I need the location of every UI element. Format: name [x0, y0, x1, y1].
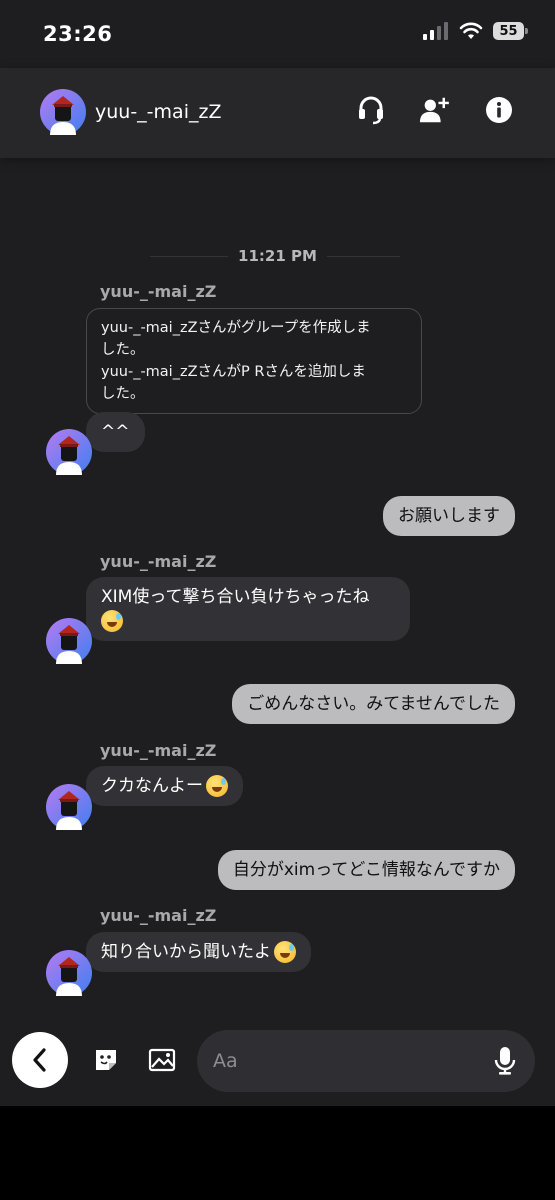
- sweat-smile-emoji: [274, 941, 296, 963]
- message-list[interactable]: 11:21 PM yuu-_-mai_zZ yuu-_-mai_zZさんがグルー…: [0, 158, 555, 1026]
- mic-icon[interactable]: [493, 1046, 517, 1076]
- outgoing-message[interactable]: ごめんなさい。みてませんでした: [232, 684, 515, 724]
- system-line: yuu-_-mai_zZさんがP Rさんを追加しま: [101, 364, 366, 380]
- status-time: 23:26: [43, 22, 113, 46]
- incoming-message[interactable]: ^^: [86, 412, 145, 452]
- image-icon[interactable]: [148, 1046, 176, 1074]
- avatar[interactable]: [46, 950, 92, 996]
- message-text: ^^: [101, 422, 130, 442]
- message-input[interactable]: [211, 1049, 475, 1073]
- system-line: yuu-_-mai_zZさんがグループを作成しま: [101, 320, 371, 336]
- avatar[interactable]: [46, 618, 92, 664]
- status-icons: 55: [423, 22, 529, 40]
- message-text: 知り合いから聞いたよ: [101, 942, 271, 962]
- system-line: した。: [101, 342, 145, 358]
- back-button[interactable]: [12, 1032, 68, 1088]
- message-text: お願いします: [398, 506, 500, 526]
- message-text: 自分がximってどこ情報なんですか: [232, 860, 500, 880]
- sweat-smile-emoji: [101, 610, 123, 632]
- header-avatar[interactable]: [40, 89, 86, 135]
- chat-header: yuu-_-mai_zZ: [0, 68, 555, 158]
- sticker-icon[interactable]: [92, 1046, 120, 1074]
- incoming-message[interactable]: クカなんよー: [86, 766, 243, 806]
- add-person-icon[interactable]: [419, 94, 451, 126]
- sweat-smile-emoji: [206, 775, 228, 797]
- chat-screen: 23:26 55 yuu-_-mai_zZ 11:21 PM yuu-_-mai…: [0, 0, 555, 1106]
- battery-icon: 55: [493, 22, 529, 40]
- signal-icon: [423, 22, 448, 40]
- outgoing-message[interactable]: 自分がximってどこ情報なんですか: [217, 850, 515, 890]
- system-message: yuu-_-mai_zZさんがグループを作成しま した。 yuu-_-mai_z…: [86, 308, 422, 414]
- chat-title[interactable]: yuu-_-mai_zZ: [95, 101, 221, 123]
- wifi-icon: [459, 22, 483, 39]
- status-bar: 23:26 55: [0, 0, 555, 68]
- headset-icon[interactable]: [355, 94, 387, 126]
- header-actions: [355, 94, 515, 126]
- message-text: ごめんなさい。みてませんでした: [247, 694, 500, 714]
- timestamp: 11:21 PM: [0, 247, 555, 265]
- system-line: した。: [101, 386, 145, 402]
- avatar[interactable]: [46, 429, 92, 475]
- sender-name: yuu-_-mai_zZ: [100, 552, 217, 571]
- incoming-message[interactable]: 知り合いから聞いたよ: [86, 932, 311, 972]
- sender-name: yuu-_-mai_zZ: [100, 906, 217, 925]
- avatar[interactable]: [46, 784, 92, 830]
- message-text: クカなんよー: [101, 776, 203, 796]
- outgoing-message[interactable]: お願いします: [383, 496, 515, 536]
- info-icon[interactable]: [483, 94, 515, 126]
- composer-bar: [0, 1026, 555, 1106]
- sender-name: yuu-_-mai_zZ: [100, 282, 217, 301]
- battery-level: 55: [499, 23, 518, 39]
- back-icon: [33, 1048, 46, 1072]
- incoming-message[interactable]: XIM使って撃ち合い負けちゃったね: [86, 577, 410, 641]
- message-text: XIM使って撃ち合い負けちゃったね: [101, 587, 370, 607]
- sender-name: yuu-_-mai_zZ: [100, 741, 217, 760]
- message-input-container[interactable]: [197, 1030, 535, 1092]
